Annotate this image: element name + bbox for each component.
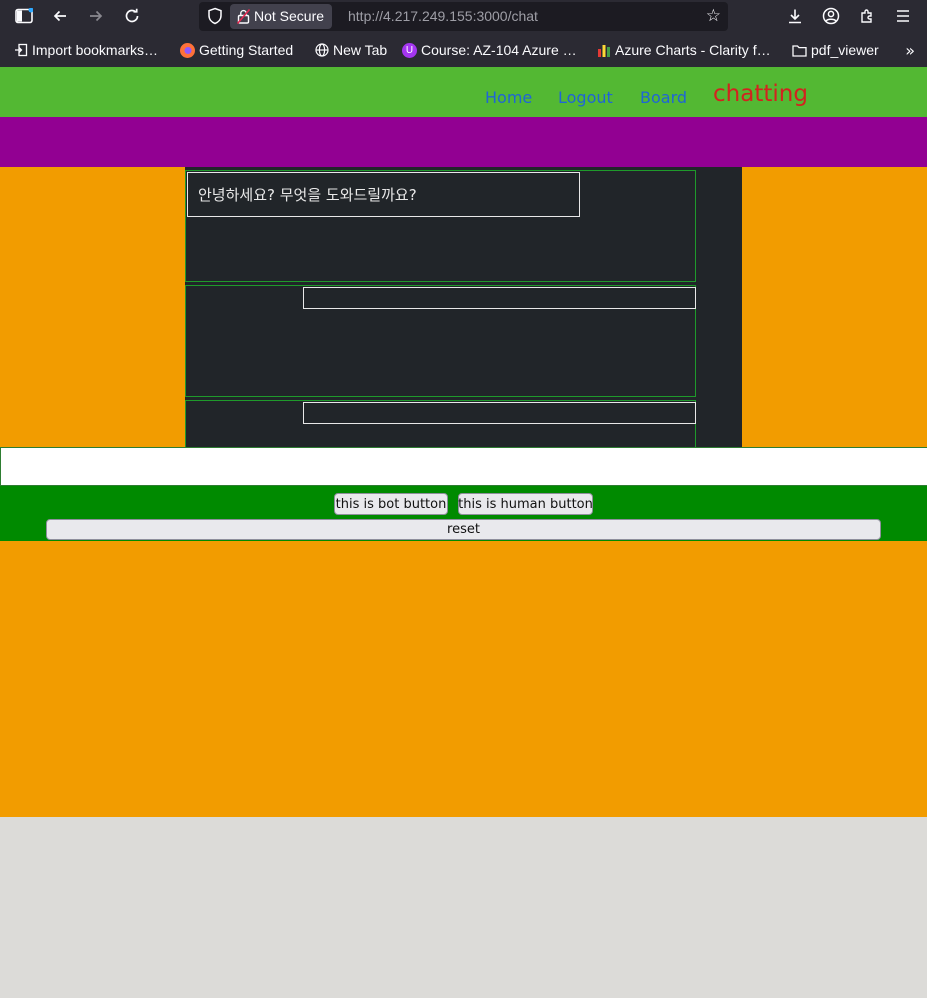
- url-text[interactable]: http://4.217.249.155:3000/chat: [348, 2, 538, 31]
- course-icon: U: [402, 42, 417, 58]
- globe-icon: [314, 43, 329, 58]
- firefox-icon: [180, 42, 195, 58]
- url-scheme-host: http://4.217.249.155: [348, 8, 473, 24]
- bot-message-block: 안녕하세요? 무엇을 도와드릴까요?: [185, 170, 696, 282]
- bookmark-pdf-viewer[interactable]: pdf_viewer: [792, 41, 879, 59]
- bookmark-getting-started[interactable]: Getting Started: [180, 41, 293, 59]
- page-background: [0, 817, 927, 998]
- menu-icon[interactable]: [892, 5, 914, 27]
- url-bar[interactable]: Not Secure http://4.217.249.155:3000/cha…: [199, 2, 728, 31]
- bookmark-course[interactable]: U Course: AZ-104 Azure …: [402, 41, 577, 59]
- nav-chatting-link[interactable]: chatting: [713, 81, 808, 107]
- bot-button[interactable]: this is bot button: [334, 493, 448, 515]
- chat-history[interactable]: 안녕하세요? 무엇을 도와드릴까요?: [185, 167, 742, 447]
- nav-home-link[interactable]: Home: [485, 88, 532, 107]
- bookmark-import[interactable]: Import bookmarks…: [13, 41, 158, 59]
- shield-icon[interactable]: [207, 7, 223, 25]
- folder-icon: [792, 43, 807, 58]
- import-icon: [13, 43, 28, 58]
- bookmark-label: Azure Charts - Clarity f…: [615, 42, 771, 58]
- back-icon[interactable]: [49, 5, 71, 27]
- human-message-block: [185, 400, 696, 447]
- chevron-more-icon[interactable]: »: [905, 41, 915, 60]
- reload-icon[interactable]: [121, 5, 143, 27]
- human-message-bubble: [303, 402, 696, 424]
- bookmark-label: Import bookmarks…: [32, 42, 159, 58]
- bot-message-bubble: 안녕하세요? 무엇을 도와드릴까요?: [187, 172, 580, 217]
- nav-logout-link[interactable]: Logout: [558, 88, 613, 107]
- bookmark-label: pdf_viewer: [811, 42, 879, 58]
- human-message-bubble: [303, 287, 696, 309]
- button-bar: this is bot button this is human button …: [0, 486, 927, 541]
- human-button[interactable]: this is human button: [458, 493, 593, 515]
- lock-icon: [237, 9, 250, 24]
- forward-icon[interactable]: [85, 5, 107, 27]
- url-path: :3000/chat: [472, 8, 538, 24]
- bookmark-label: New Tab: [333, 42, 388, 58]
- download-icon[interactable]: [784, 5, 806, 27]
- azure-charts-icon: [596, 43, 611, 58]
- star-icon[interactable]: ☆: [706, 6, 721, 26]
- bookmark-label: Getting Started: [199, 42, 294, 58]
- bookmarks-bar: Import bookmarks… Getting Started New Ta…: [0, 33, 927, 67]
- bookmark-new-tab[interactable]: New Tab: [314, 41, 387, 59]
- bookmark-azure-charts[interactable]: Azure Charts - Clarity f…: [596, 41, 771, 59]
- header-band: [0, 117, 927, 167]
- not-secure-label: Not Secure: [254, 8, 325, 24]
- bookmark-label: Course: AZ-104 Azure …: [421, 42, 577, 58]
- human-message-block: [185, 285, 696, 397]
- chat-input[interactable]: [0, 447, 927, 486]
- not-secure-badge[interactable]: Not Secure: [230, 4, 333, 29]
- sidebar-icon[interactable]: [13, 5, 35, 27]
- browser-toolbar: Not Secure http://4.217.249.155:3000/cha…: [0, 0, 927, 33]
- account-icon[interactable]: [820, 5, 842, 27]
- extensions-icon[interactable]: [856, 5, 878, 27]
- page-body: Home Logout Board chatting 안녕하세요? 무엇을 도와…: [0, 67, 927, 817]
- nav-board-link[interactable]: Board: [640, 88, 687, 107]
- reset-button[interactable]: reset: [46, 519, 881, 540]
- top-navbar: Home Logout Board chatting: [0, 67, 927, 117]
